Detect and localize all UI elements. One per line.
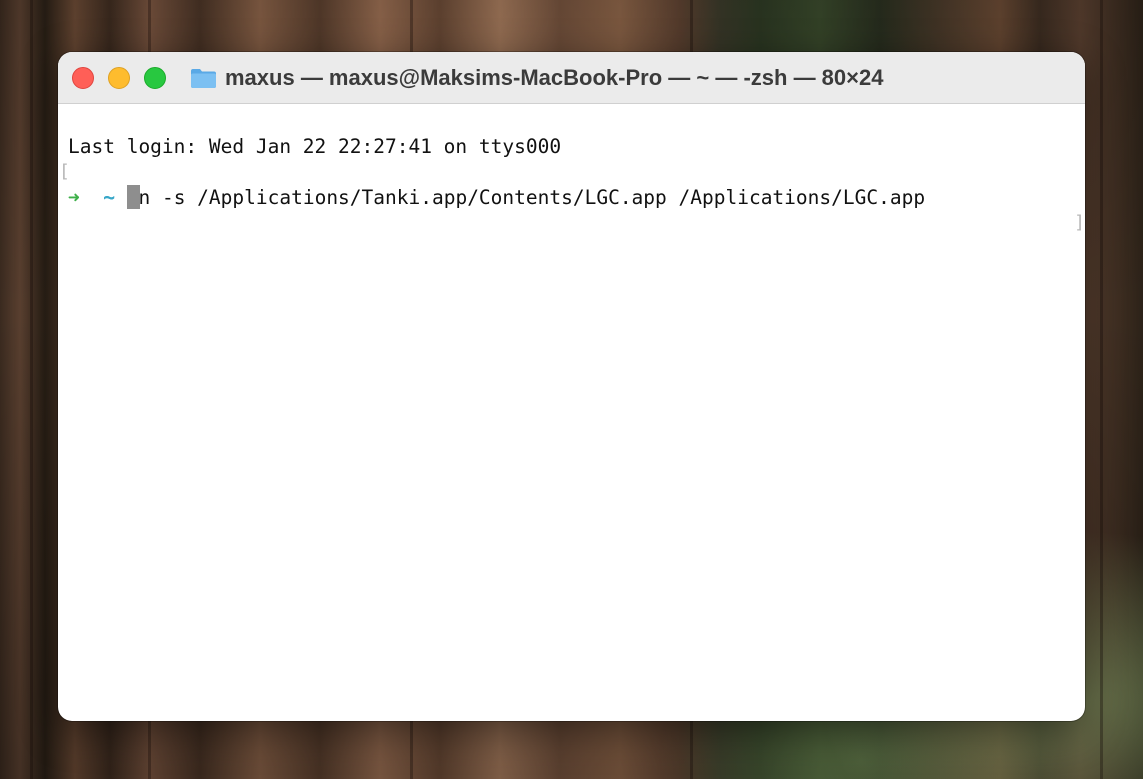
prompt-arrow-icon: ➜ xyxy=(68,185,80,209)
prompt-current-line: ➜ ~ xyxy=(68,184,140,211)
command-text: ln -s /Applications/Tanki.app/Contents/L… xyxy=(126,185,926,209)
title-bar[interactable]: maxus — maxus@Maksims-MacBook-Pro — ~ — … xyxy=(58,52,1085,104)
terminal-line: [ ➜ ~ ln -s /Applications/Tanki.app/Cont… xyxy=(58,134,1085,233)
terminal-line: ➜ ~ xyxy=(58,159,1085,209)
wallpaper-detail xyxy=(1100,0,1103,779)
text-cursor xyxy=(126,184,140,209)
window-title-group: maxus — maxus@Maksims-MacBook-Pro — ~ — … xyxy=(190,64,883,92)
prompt-directory: ~ xyxy=(103,185,115,209)
terminal-window: maxus — maxus@Maksims-MacBook-Pro — ~ — … xyxy=(58,52,1085,721)
prompt-command-line: ➜ ~ ln -s /Applications/Tanki.app/Conten… xyxy=(68,185,925,211)
close-button[interactable] xyxy=(72,67,94,89)
zoom-button[interactable] xyxy=(144,67,166,89)
window-title: maxus — maxus@Maksims-MacBook-Pro — ~ — … xyxy=(225,65,884,90)
minimize-button[interactable] xyxy=(108,67,130,89)
folder-icon xyxy=(190,67,217,89)
line-bracket-right: ] xyxy=(1074,212,1085,233)
wallpaper-detail xyxy=(30,0,33,779)
terminal-line: Last login: Wed Jan 22 22:27:41 on ttys0… xyxy=(58,108,1085,158)
terminal-content[interactable]: Last login: Wed Jan 22 22:27:41 on ttys0… xyxy=(58,104,1085,234)
